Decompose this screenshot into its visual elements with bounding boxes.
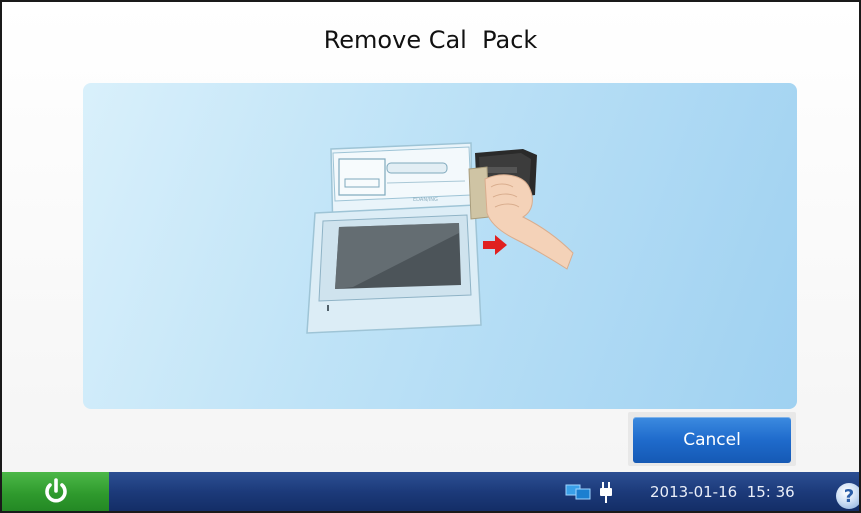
device-logo-text: EDAN/ING [413, 197, 438, 203]
direction-arrow-icon [483, 235, 507, 255]
system-datetime: 2013-01-16 15: 36 [650, 483, 795, 501]
device-cal-pack-removal-illustration: EDAN/ING [306, 142, 574, 334]
power-button[interactable] [2, 472, 109, 511]
taskbar: 2013-01-16 15: 36 ? [2, 472, 859, 511]
power-plug-icon [600, 482, 612, 503]
app-window: Remove Cal Pack EDAN/ING Cancel 2013-01-… [0, 0, 861, 513]
cancel-button[interactable]: Cancel [633, 417, 791, 463]
page-title: Remove Cal Pack [323, 26, 538, 54]
help-icon: ? [843, 485, 855, 507]
help-button[interactable]: ? [836, 483, 859, 509]
instruction-panel: EDAN/ING [83, 83, 797, 409]
power-icon [44, 478, 67, 503]
network-icon [565, 484, 591, 500]
